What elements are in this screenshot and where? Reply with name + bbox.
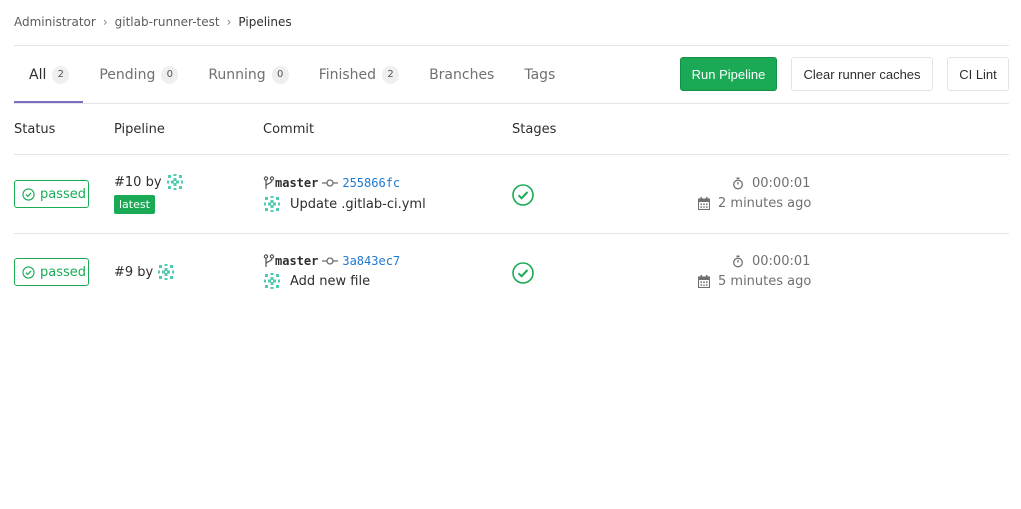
commit-ref: master 255866fc: [263, 176, 400, 190]
check-circle-icon: [22, 265, 35, 279]
branch-icon: [263, 254, 275, 267]
chevron-right-icon: ›: [226, 15, 232, 29]
tab-label: Branches: [429, 66, 495, 83]
commit-title-link[interactable]: Update .gitlab-ci.yml: [290, 197, 426, 212]
pipeline-link[interactable]: #10 by: [114, 175, 162, 190]
column-header-commit: Commit: [263, 122, 315, 137]
finished-at: 2 minutes ago: [698, 196, 811, 211]
chevron-right-icon: ›: [102, 15, 108, 29]
timer-icon: [733, 177, 743, 190]
duration: 00:00:01: [732, 176, 810, 191]
tab-label: All: [29, 66, 47, 83]
run-pipeline-button[interactable]: Run Pipeline: [680, 57, 777, 91]
divider: [14, 103, 1009, 104]
commit-icon: [322, 179, 339, 187]
calendar-icon: [698, 197, 710, 210]
tab-all[interactable]: All 2: [14, 46, 84, 103]
tab-branches[interactable]: Branches: [429, 46, 494, 103]
column-header-pipeline: Pipeline: [114, 122, 165, 137]
breadcrumb-project[interactable]: gitlab-runner-test: [115, 15, 220, 29]
duration-value: 00:00:01: [752, 176, 811, 191]
divider: [14, 154, 1009, 155]
count-badge: 2: [382, 65, 400, 84]
branch-link[interactable]: master: [275, 176, 318, 190]
finished-ago: 2 minutes ago: [718, 196, 812, 211]
pipeline-id: #10 by: [114, 173, 184, 191]
commit-ref: master 3a843ec7: [263, 254, 400, 268]
tab-label: Running: [208, 66, 266, 83]
stage-passed-icon[interactable]: [512, 184, 534, 206]
breadcrumb: Administrator › gitlab-runner-test › Pip…: [14, 14, 292, 30]
tab-label: Finished: [318, 66, 377, 83]
finished-ago: 5 minutes ago: [718, 274, 812, 289]
tab-finished[interactable]: Finished 2: [318, 46, 400, 103]
commit-icon: [322, 257, 339, 265]
branch-link[interactable]: master: [275, 254, 318, 268]
breadcrumb-administrator[interactable]: Administrator: [14, 15, 96, 29]
duration-value: 00:00:01: [752, 254, 811, 269]
count-badge: 2: [52, 65, 70, 84]
avatar[interactable]: [157, 263, 176, 281]
status-badge[interactable]: passed: [14, 258, 89, 286]
tab-tags[interactable]: Tags: [524, 46, 555, 103]
pipeline-link[interactable]: #9 by: [114, 265, 153, 280]
check-circle-icon: [22, 187, 35, 201]
ci-lint-button[interactable]: CI Lint: [947, 57, 1009, 91]
commit-sha-link[interactable]: 255866fc: [342, 176, 400, 190]
column-header-status: Status: [14, 122, 56, 137]
finished-at: 5 minutes ago: [698, 274, 811, 289]
calendar-icon: [698, 275, 710, 288]
status-label: passed: [40, 264, 87, 280]
clear-runner-caches-button[interactable]: Clear runner caches: [791, 57, 933, 91]
count-badge: 0: [271, 65, 289, 84]
tab-running[interactable]: Running 0: [208, 46, 289, 103]
avatar[interactable]: [263, 195, 281, 213]
avatar[interactable]: [263, 272, 281, 290]
tab-pending[interactable]: Pending 0: [99, 46, 179, 103]
commit-title-link[interactable]: Add new file: [290, 274, 370, 289]
pipeline-scope-tabs: All 2 Pending 0 Running 0 Finished 2 Bra…: [14, 46, 585, 103]
duration: 00:00:01: [732, 254, 810, 269]
commit-title: Update .gitlab-ci.yml: [263, 195, 426, 213]
status-badge[interactable]: passed: [14, 180, 89, 208]
branch-icon: [263, 176, 275, 189]
pipeline-id: #9 by: [114, 263, 176, 281]
status-label: passed: [40, 186, 87, 202]
count-badge: 0: [161, 65, 179, 84]
commit-title: Add new file: [263, 272, 370, 290]
column-header-stages: Stages: [512, 122, 557, 137]
tab-label: Tags: [524, 66, 556, 83]
avatar[interactable]: [165, 173, 184, 191]
tab-label: Pending: [99, 66, 156, 83]
commit-sha-link[interactable]: 3a843ec7: [342, 254, 400, 268]
timer-icon: [733, 255, 743, 268]
divider: [14, 233, 1009, 234]
latest-badge: latest: [114, 195, 155, 214]
breadcrumb-pipelines[interactable]: Pipelines: [238, 15, 291, 29]
stage-passed-icon[interactable]: [512, 262, 534, 284]
